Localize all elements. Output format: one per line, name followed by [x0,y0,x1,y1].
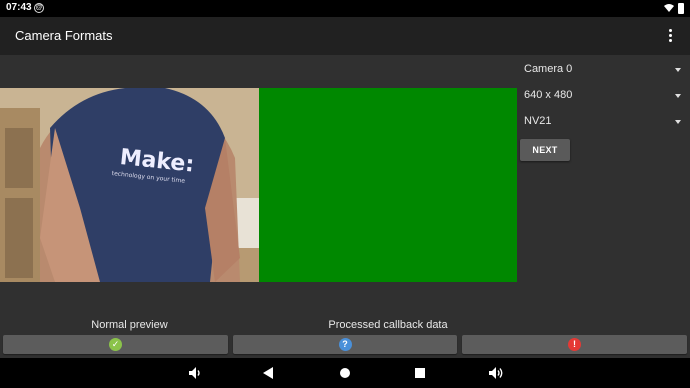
at-sign-icon: @ [34,3,44,13]
overflow-menu-icon[interactable] [664,27,676,45]
chevron-down-icon [675,94,681,98]
processed-preview-image [259,88,517,282]
error-icon: ! [568,338,581,351]
error-status-button[interactable]: ! [462,335,687,354]
volume-down-icon[interactable] [185,364,203,382]
battery-icon [678,3,684,14]
check-icon: ✓ [109,338,122,351]
home-icon[interactable] [336,364,354,382]
normal-preview-image: Make: technology on your time [0,88,259,282]
chevron-down-icon [675,120,681,124]
next-button[interactable]: NEXT [520,139,570,161]
navigation-bar [0,358,690,388]
format-spinner[interactable]: NV21 [520,110,685,134]
normal-status-button[interactable]: ✓ [3,335,228,354]
volume-up-icon[interactable] [487,364,505,382]
recents-icon[interactable] [411,364,429,382]
processed-status-button[interactable]: ? [233,335,457,354]
camera-spinner[interactable]: Camera 0 [520,58,685,82]
status-time: 07:43 [6,2,32,13]
resolution-spinner-value: 640 x 480 [524,89,573,101]
resolution-spinner[interactable]: 640 x 480 [520,84,685,108]
processed-preview-caption: Processed callback data [328,319,448,331]
back-icon[interactable] [260,364,278,382]
chevron-down-icon [675,68,681,72]
app-title: Camera Formats [15,28,113,43]
question-icon: ? [338,338,352,351]
camera-spinner-value: Camera 0 [524,63,573,75]
wifi-icon [664,4,674,12]
format-spinner-value: NV21 [524,115,552,127]
status-bar: 07:43 @ [0,0,690,17]
app-bar: Camera Formats [0,17,690,55]
normal-preview-caption: Normal preview [91,319,168,331]
